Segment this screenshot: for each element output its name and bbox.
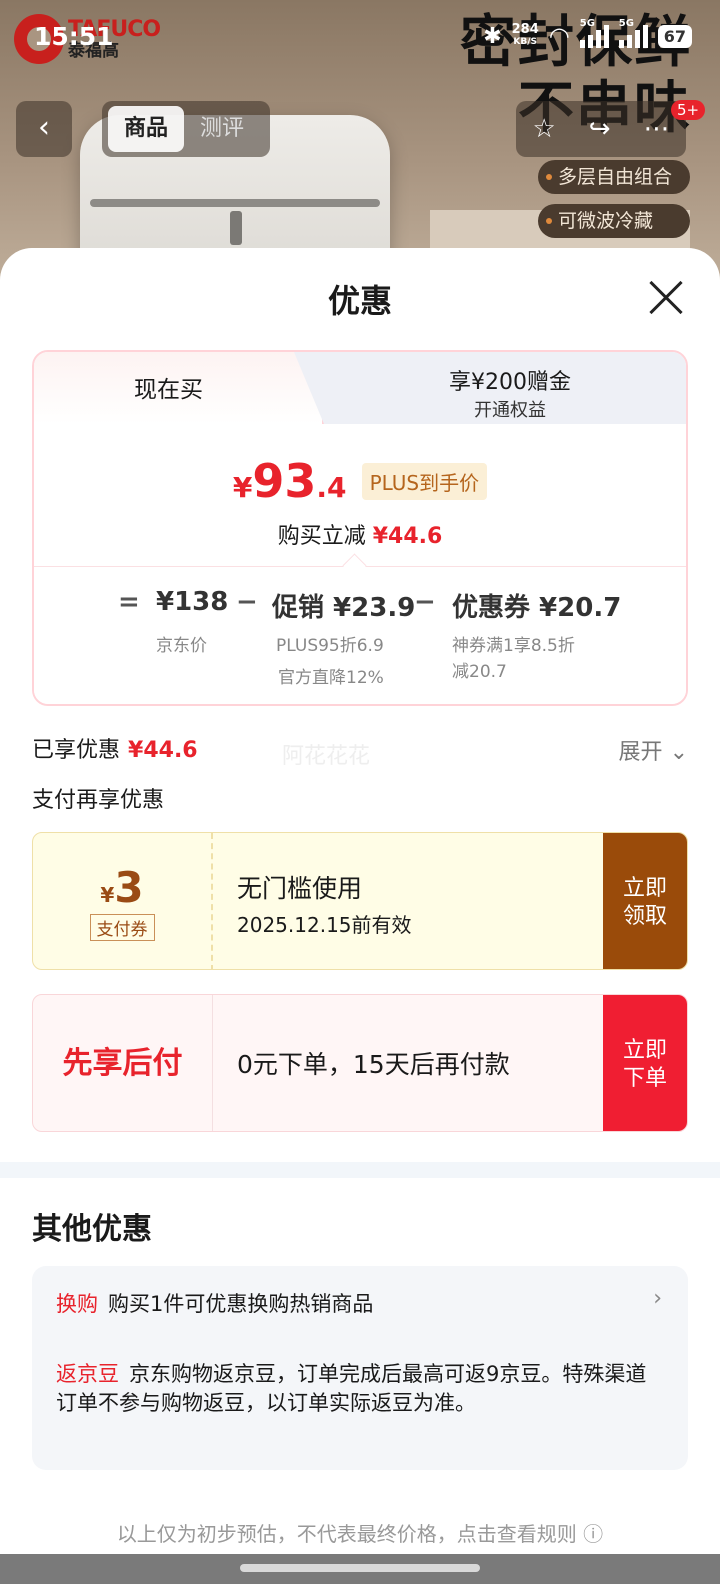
- discount-sheet: 优惠 现在买 享¥200赠金 开通权益 ¥93.4 PLUS到手价 购买立减 ¥…: [0, 248, 720, 1584]
- chevron-down-icon: ⌄: [669, 740, 688, 765]
- saved-discount-row: 已享优惠 ¥44.6: [32, 732, 198, 764]
- price-tabs: 现在买 享¥200赠金 开通权益: [34, 352, 686, 424]
- plus-benefit-subtitle: 开通权益: [474, 400, 546, 421]
- equals-sign: =: [118, 587, 140, 617]
- pay-more-label: 支付再享优惠: [32, 788, 165, 813]
- saved-label: 已享优惠: [32, 738, 121, 763]
- pay-coupon-tag: 支付券: [89, 914, 155, 941]
- pay-later-desc: 0元下单，15天后再付款: [237, 1050, 510, 1079]
- expand-button[interactable]: 展开 ⌄: [619, 734, 688, 766]
- jd-bean-row: 返京豆 京东购物返京豆，订单完成后最高可返9京豆。特殊渠道订单不参与购物返豆，以订…: [56, 1360, 648, 1418]
- pay-coupon-value-block: ¥3 支付券: [33, 833, 213, 969]
- watermark: 阿花花花: [282, 744, 371, 769]
- signal-icon: 5G: [579, 18, 609, 48]
- promo-value: 促销 ¥23.9: [272, 593, 416, 623]
- sheet-title: 优惠: [327, 282, 392, 320]
- signal-icon: 5G: [618, 18, 648, 48]
- back-button[interactable]: ‹: [16, 101, 72, 157]
- pay-coupon-title: 无门槛使用: [237, 874, 363, 903]
- price-breakdown: = ¥138 京东价 − 促销 ¥23.9 PLUS95折6.9 官方直降12%…: [34, 566, 686, 704]
- minus-sign: −: [414, 587, 436, 617]
- jd-price-label: 京东价: [156, 636, 207, 656]
- jd-bean-text: 京东购物返京豆，订单完成后最高可返9京豆。特殊渠道订单不参与购物返豆，以订单实际…: [56, 1362, 647, 1415]
- message-badge: 5+: [671, 100, 706, 120]
- exchange-key: 换购: [56, 1292, 98, 1316]
- product-zipper-pull: [230, 211, 242, 245]
- saved-amount: ¥44.6: [128, 738, 198, 763]
- bluetooth-icon: ✱: [483, 23, 502, 49]
- coupon-value: 优惠券 ¥20.7: [452, 593, 622, 623]
- exchange-row[interactable]: 换购 购买1件可优惠换购热销商品: [56, 1288, 373, 1318]
- promo-sub-1: PLUS95折6.9: [276, 636, 384, 656]
- claim-coupon-button[interactable]: 立即 领取: [603, 833, 687, 969]
- plus-price-tag: PLUS到手价: [361, 462, 488, 500]
- minus-sign: −: [236, 587, 258, 617]
- network-speed: 284 KB/S: [511, 22, 539, 47]
- chevron-right-icon[interactable]: ›: [653, 1286, 662, 1311]
- final-price: ¥93.4: [232, 454, 347, 508]
- pay-coupon-value: ¥3: [100, 863, 144, 912]
- feature-tag: 多层自由组合: [537, 160, 690, 194]
- home-indicator: [0, 1554, 720, 1584]
- pay-later-title: 先享后付: [33, 995, 213, 1131]
- coupon-sub-1: 神券满1享8.5折: [452, 636, 575, 656]
- close-icon[interactable]: [648, 280, 684, 316]
- order-now-button[interactable]: 立即 下单: [603, 995, 687, 1131]
- status-time: 15:51: [34, 22, 114, 51]
- feature-tag: 可微波冷藏: [537, 204, 690, 238]
- tab-buy-now[interactable]: 现在买: [34, 352, 324, 424]
- final-price-block: ¥93.4 PLUS到手价 购买立减 ¥44.6: [34, 424, 686, 550]
- plus-benefit-title: 享¥200赠金: [449, 370, 571, 395]
- jd-price: ¥138: [156, 587, 229, 617]
- top-actions: ☆ ↪ ⋯: [516, 101, 686, 157]
- more-icon[interactable]: ⋯: [643, 114, 669, 144]
- coupon-sub-2: 减20.7: [452, 662, 507, 682]
- footer-note[interactable]: 以上仅为初步预估，不代表最终价格，点击查看规则 ⓘ: [0, 1518, 720, 1547]
- promo-sub-2: 官方直降12%: [278, 668, 384, 688]
- status-bar: 15:51 ✱ 284 KB/S ◠ 5G 5G 67: [0, 0, 720, 80]
- favorite-icon[interactable]: ☆: [532, 114, 555, 144]
- reduce-amount: ¥44.6: [372, 524, 443, 549]
- chevron-left-icon: ‹: [38, 110, 50, 145]
- pay-coupon-validity: 2025.12.15前有效: [237, 913, 412, 937]
- wifi-icon: ◠: [548, 22, 570, 50]
- tab-goods[interactable]: 商品: [108, 106, 184, 152]
- product-zipper: [90, 199, 380, 207]
- battery-icon: 67: [657, 24, 692, 48]
- jd-bean-key: 返京豆: [56, 1362, 119, 1386]
- pay-coupon-card: ¥3 支付券 无门槛使用 2025.12.15前有效 立即 领取: [32, 832, 688, 970]
- reduce-line: 购买立减 ¥44.6: [34, 518, 686, 550]
- tab-review[interactable]: 测评: [184, 106, 260, 152]
- exchange-text: 购买1件可优惠换购热销商品: [108, 1292, 374, 1316]
- pay-later-card: 先享后付 0元下单，15天后再付款 立即 下单: [32, 994, 688, 1132]
- price-card: 现在买 享¥200赠金 开通权益 ¥93.4 PLUS到手价 购买立减 ¥44.…: [32, 350, 688, 706]
- share-icon[interactable]: ↪: [589, 114, 611, 144]
- tab-plus-benefit[interactable]: 享¥200赠金 开通权益: [334, 352, 686, 424]
- top-tabs: 商品 测评: [102, 101, 270, 157]
- other-discounts-box: 换购 购买1件可优惠换购热销商品 › 返京豆 京东购物返京豆，订单完成后最高可返9京…: [32, 1266, 688, 1470]
- reduce-label: 购买立减: [277, 524, 366, 549]
- section-divider: [0, 1162, 720, 1178]
- other-discounts-title: 其他优惠: [32, 1212, 152, 1247]
